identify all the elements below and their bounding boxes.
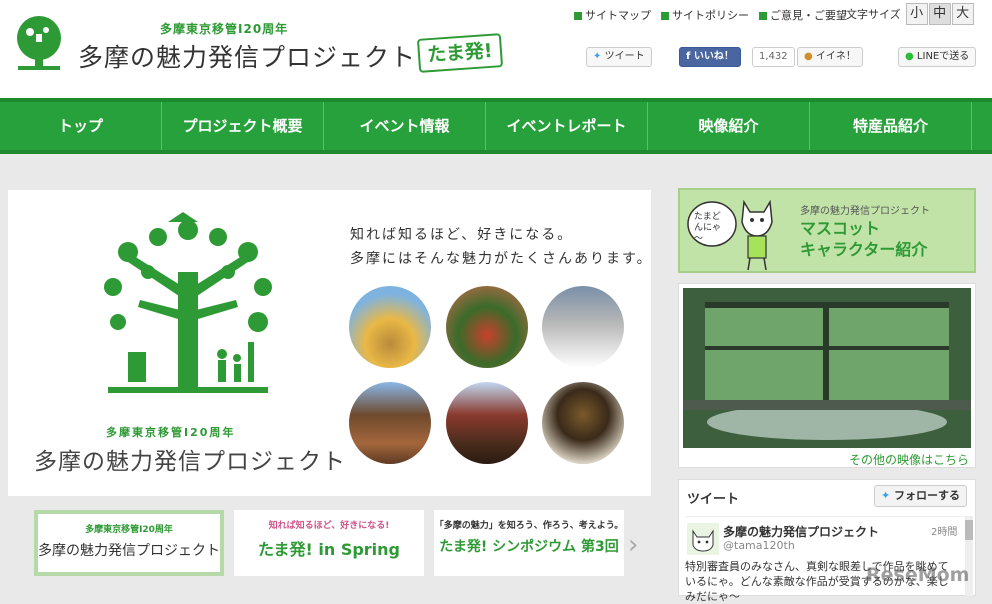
hero-tagline-1: 知れば知るほど、好きになる。 bbox=[350, 227, 574, 243]
header-subtitle: 多摩東京移管I20周年 bbox=[160, 22, 289, 36]
banner-small-text: 知れば知るほど、好きになる! bbox=[268, 521, 390, 531]
tree-logo-icon[interactable] bbox=[8, 14, 70, 76]
bath-scene-image bbox=[683, 288, 971, 448]
font-size-control: 文字サイズ 小 中 大 bbox=[846, 3, 974, 25]
photo-street-crowd bbox=[542, 286, 624, 368]
utility-links: サイトマップ サイトポリシー ご意見・ご要望 bbox=[574, 7, 847, 23]
feedback-link[interactable]: ご意見・ご要望 bbox=[759, 7, 847, 23]
twitter-bird-icon: ✦ bbox=[880, 489, 891, 502]
font-size-medium-button[interactable]: 中 bbox=[928, 3, 951, 25]
twitter-bird-icon: ✦ bbox=[593, 51, 602, 62]
mascot-title: マスコット キャラクター紹介 bbox=[800, 218, 927, 260]
facebook-like-button[interactable]: f いいね！ bbox=[679, 47, 741, 67]
banner-small-text: 「多摩の魅力」を知ろう、作ろう、考えよう。 bbox=[434, 521, 624, 531]
tweet-share-button[interactable]: ✦ ツイート bbox=[586, 47, 652, 67]
nav-top[interactable]: トップ bbox=[0, 102, 162, 150]
like-count: 1,432 bbox=[752, 47, 795, 67]
hero-tagline-2: 多摩にはそんな魅力がたくさんあります。 bbox=[350, 251, 653, 267]
banner-spring[interactable]: 知れば知るほど、好きになる! たま発! in Spring bbox=[234, 510, 424, 576]
line-icon: ● bbox=[905, 51, 914, 62]
site-header: 多摩東京移管I20周年 多摩の魅力発信プロジェクト たま発! サイトマップ サイ… bbox=[0, 0, 992, 98]
video-panel: その他の映像はこちら bbox=[678, 283, 976, 468]
nav-project-overview[interactable]: プロジェクト概要 bbox=[162, 102, 324, 150]
font-size-small-button[interactable]: 小 bbox=[905, 3, 928, 25]
line-share-button[interactable]: ● LINEで送る bbox=[898, 47, 977, 67]
watermark: ReseMom bbox=[866, 564, 970, 586]
photo-ginkgo-avenue bbox=[349, 286, 431, 368]
photo-festival-performers bbox=[446, 286, 528, 368]
mascot-title-line2: キャラクター紹介 bbox=[800, 240, 928, 259]
photo-mikoshi-festival bbox=[542, 382, 624, 464]
main-navigation: トップ プロジェクト概要 イベント情報 イベントレポート 映像紹介 特産品紹介 bbox=[0, 98, 992, 154]
site-policy-link[interactable]: サイトポリシー bbox=[661, 7, 749, 23]
font-size-label: 文字サイズ bbox=[846, 8, 901, 21]
mascot-banner[interactable]: たまどんにゃ～ 多摩の魅力発信プロジェクト マスコット キャラクター紹介 bbox=[678, 188, 976, 273]
chevron-right-icon[interactable]: › bbox=[628, 530, 638, 560]
banner-big-text: たま発! in Spring bbox=[257, 540, 401, 559]
nav-specialties[interactable]: 特産品紹介 bbox=[810, 102, 972, 150]
more-videos-link[interactable]: その他の映像はこちら bbox=[849, 451, 969, 468]
font-size-large-button[interactable]: 大 bbox=[951, 3, 974, 25]
video-thumbnail[interactable] bbox=[683, 288, 971, 448]
banner-symposium[interactable]: 「多摩の魅力」を知ろう、作ろう、考えよう。 たま発! シンポジウム 第3回 bbox=[434, 510, 624, 576]
mixi-iine-button[interactable]: ● イイネ！ bbox=[797, 47, 863, 67]
tweet-timestamp[interactable]: 2時間 bbox=[931, 523, 957, 538]
mixi-icon: ● bbox=[804, 51, 813, 62]
tweet-author-handle[interactable]: @tama120th bbox=[723, 539, 795, 552]
tree-illustration-icon bbox=[96, 212, 280, 393]
mascot-speech: たまどんにゃ～ bbox=[694, 212, 722, 244]
nav-video[interactable]: 映像紹介 bbox=[648, 102, 810, 150]
photo-western-house bbox=[349, 382, 431, 464]
tama-stamp-logo: たま発! bbox=[416, 33, 504, 73]
banner-small-text: 多摩東京移管I20周年 bbox=[85, 525, 173, 535]
banner-big-text: たま発! シンポジウム 第3回 bbox=[439, 539, 619, 555]
avatar[interactable] bbox=[687, 523, 719, 555]
sitemap-link[interactable]: サイトマップ bbox=[574, 7, 651, 23]
mascot-title-line1: マスコット bbox=[800, 219, 881, 238]
site-title[interactable]: 多摩の魅力発信プロジェクト bbox=[78, 38, 416, 74]
mascot-subtitle: 多摩の魅力発信プロジェクト bbox=[800, 206, 930, 217]
banner-big-text: 多摩の魅力発信プロジェクト bbox=[38, 543, 220, 559]
photo-shopping-street bbox=[446, 382, 528, 464]
hero-subtitle: 多摩東京移管I20周年 bbox=[106, 426, 236, 439]
facebook-icon: f bbox=[686, 51, 691, 62]
nav-event-info[interactable]: イベント情報 bbox=[324, 102, 486, 150]
tweet-author-name[interactable]: 多摩の魅力発信プロジェクト bbox=[723, 523, 879, 540]
banner-carousel: 多摩東京移管I20周年 多摩の魅力発信プロジェクト 知れば知るほど、好きになる!… bbox=[34, 510, 624, 576]
hero-panel[interactable]: 多摩東京移管I20周年 多摩の魅力発信プロジェクト 知れば知るほど、好きになる。… bbox=[8, 190, 651, 496]
tweets-heading: ツイート bbox=[687, 492, 740, 507]
follow-button[interactable]: ✦ フォローする bbox=[873, 485, 967, 507]
hero-title: 多摩の魅力発信プロジェクト bbox=[34, 449, 346, 475]
banner-project[interactable]: 多摩東京移管I20周年 多摩の魅力発信プロジェクト bbox=[34, 510, 224, 576]
nav-event-report[interactable]: イベントレポート bbox=[486, 102, 648, 150]
